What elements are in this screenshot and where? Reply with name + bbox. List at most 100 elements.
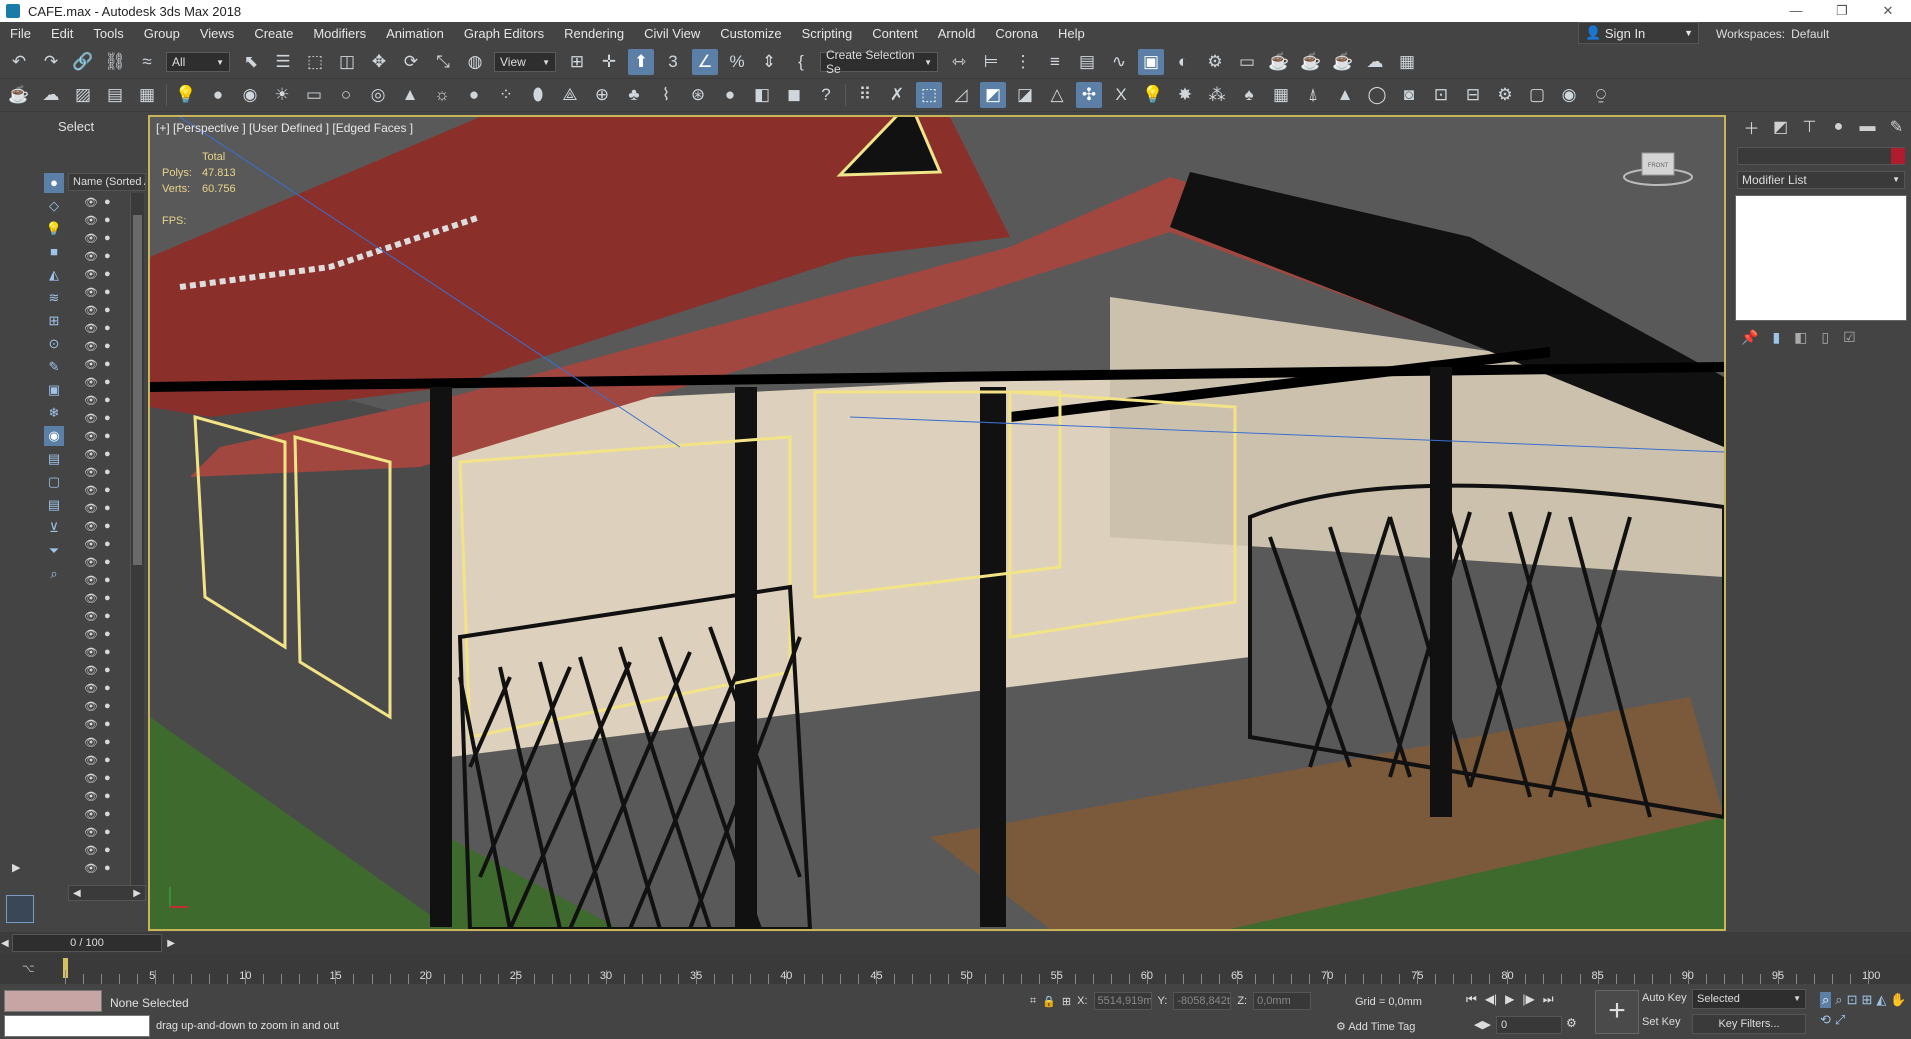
visibility-eye-icon[interactable]: 👁 xyxy=(84,538,98,551)
freeze-toggle-icon[interactable]: ● xyxy=(104,700,111,712)
minimize-button[interactable]: — xyxy=(1773,0,1819,22)
rotate-icon[interactable]: ⟳ xyxy=(398,49,424,75)
list-item[interactable]: 👁 ● xyxy=(84,229,130,247)
freeze-toggle-icon[interactable]: ● xyxy=(104,520,111,532)
filter-containers-icon[interactable]: ▣ xyxy=(44,380,64,400)
display-all-icon[interactable]: ◉ xyxy=(44,426,64,446)
visibility-eye-icon[interactable]: 👁 xyxy=(84,592,98,605)
tire-icon[interactable]: ⊛ xyxy=(685,82,711,108)
snap-edge-icon[interactable]: ⬚ xyxy=(916,82,942,108)
track-bar-menu-icon[interactable]: ⌥ xyxy=(22,962,35,975)
list-item[interactable]: 👁 ● xyxy=(84,463,130,481)
render-view-icon[interactable]: ◙ xyxy=(1396,82,1422,108)
remove-modifier-icon[interactable]: ▯ xyxy=(1821,329,1829,346)
pyramid-icon[interactable]: ▲ xyxy=(397,82,423,108)
snap-face-icon[interactable]: ◿ xyxy=(948,82,974,108)
layers-icon[interactable]: ▤ xyxy=(44,495,64,515)
key-filters-button[interactable]: Key Filters... xyxy=(1692,1014,1806,1034)
next-key-icon[interactable]: |▶ xyxy=(1522,992,1534,1007)
perspective-viewport[interactable]: [+] [Perspective ] [User Defined ] [Edge… xyxy=(148,115,1726,931)
move-icon[interactable]: ✥ xyxy=(366,49,392,75)
explorer-scrollbar[interactable] xyxy=(130,193,144,895)
menu-file[interactable]: File xyxy=(0,22,41,46)
list-item[interactable]: 👁 ● xyxy=(84,373,130,391)
sun-icon[interactable]: ☀ xyxy=(269,82,295,108)
keyboard-shortcut-override-icon[interactable]: ⬆ xyxy=(628,49,654,75)
menu-edit[interactable]: Edit xyxy=(41,22,83,46)
visibility-eye-icon[interactable]: 👁 xyxy=(84,628,98,641)
visibility-eye-icon[interactable]: 👁 xyxy=(84,844,98,857)
zoom-extents-all-icon[interactable]: ⊞ xyxy=(1861,992,1872,1008)
hair-icon[interactable]: ⌇ xyxy=(653,82,679,108)
visibility-eye-icon[interactable]: 👁 xyxy=(84,646,98,659)
visibility-eye-icon[interactable]: 👁 xyxy=(84,394,98,407)
curve-editor-icon[interactable]: ∿ xyxy=(1106,49,1132,75)
menu-tools[interactable]: Tools xyxy=(83,22,133,46)
place-icon[interactable]: ◍ xyxy=(462,49,488,75)
list-item[interactable]: 👁 ● xyxy=(84,643,130,661)
freeze-toggle-icon[interactable]: ● xyxy=(104,304,111,316)
next-frame-icon[interactable]: ▶ xyxy=(167,936,175,952)
list-item[interactable]: 👁 ● xyxy=(84,445,130,463)
selection-filter-dropdown[interactable]: All ▼ xyxy=(166,52,230,72)
motion-tab-icon[interactable]: ● xyxy=(1824,118,1853,136)
freeze-toggle-icon[interactable]: ● xyxy=(104,214,111,226)
visibility-eye-icon[interactable]: 👁 xyxy=(84,718,98,731)
maximize-viewport-icon[interactable]: ⤢ xyxy=(1835,1012,1845,1028)
menu-corona[interactable]: Corona xyxy=(985,22,1048,46)
list-item[interactable]: 👁 ● xyxy=(84,841,130,859)
menu-help[interactable]: Help xyxy=(1048,22,1095,46)
freeze-toggle-icon[interactable]: ● xyxy=(104,502,111,514)
visibility-eye-icon[interactable]: 👁 xyxy=(84,340,98,353)
region-icon[interactable]: ⊟ xyxy=(1460,82,1486,108)
viewcube[interactable]: FRONT xyxy=(1622,145,1694,189)
omni-light-icon[interactable]: ✸ xyxy=(1172,82,1198,108)
globe-icon[interactable]: ⊕ xyxy=(589,82,615,108)
material-ball-icon[interactable]: ◉ xyxy=(237,82,263,108)
scroll-left-icon[interactable]: ◀ xyxy=(73,888,81,899)
freeze-toggle-icon[interactable]: ● xyxy=(104,376,111,388)
freeze-toggle-icon[interactable]: ● xyxy=(104,790,111,802)
freeze-toggle-icon[interactable]: ● xyxy=(104,340,111,352)
visibility-eye-icon[interactable]: 👁 xyxy=(84,754,98,767)
render-setup-icon[interactable]: ⚙ xyxy=(1202,49,1228,75)
set-key-mode-button[interactable]: Set Key xyxy=(1642,1016,1681,1028)
visibility-eye-icon[interactable]: 👁 xyxy=(84,214,98,227)
ring-icon[interactable]: ◯ xyxy=(1364,82,1390,108)
display-tab-icon[interactable]: ▬ xyxy=(1853,118,1882,136)
freeze-toggle-icon[interactable]: ● xyxy=(104,826,111,838)
freeze-toggle-icon[interactable]: ● xyxy=(104,232,111,244)
play-icon[interactable]: ▶ xyxy=(1505,992,1514,1007)
reference-coord-dropdown[interactable]: View ▼ xyxy=(494,52,556,72)
cloud-icon[interactable]: ☁ xyxy=(38,82,64,108)
x-coordinate-field[interactable]: 5514,919m xyxy=(1093,992,1152,1010)
material-icon[interactable]: ◧ xyxy=(749,82,775,108)
filter-helpers-icon[interactable]: ◭ xyxy=(44,265,64,285)
modify-tab-icon[interactable]: ◩ xyxy=(1766,117,1795,137)
freeze-toggle-icon[interactable]: ● xyxy=(104,772,111,784)
camera-icon[interactable]: ◼ xyxy=(781,82,807,108)
menu-scripting[interactable]: Scripting xyxy=(792,22,863,46)
object-color-swatch[interactable] xyxy=(1891,148,1905,164)
teapot-icon[interactable]: ☕ xyxy=(6,82,32,108)
freeze-toggle-icon[interactable]: ● xyxy=(104,286,111,298)
key-selection-dropdown[interactable]: Selected ▼ xyxy=(1692,989,1806,1009)
visibility-eye-icon[interactable]: 👁 xyxy=(84,502,98,515)
visibility-eye-icon[interactable]: 👁 xyxy=(84,466,98,479)
freeze-toggle-icon[interactable]: ● xyxy=(104,592,111,604)
menu-civil-view[interactable]: Civil View xyxy=(634,22,710,46)
image-icon[interactable]: ▲ xyxy=(1332,82,1358,108)
menu-animation[interactable]: Animation xyxy=(376,22,454,46)
visibility-eye-icon[interactable]: 👁 xyxy=(84,376,98,389)
visibility-eye-icon[interactable]: 👁 xyxy=(84,664,98,677)
snaps-toggle-icon[interactable]: 3 xyxy=(660,49,686,75)
snap-midpoint-icon[interactable]: △ xyxy=(1044,82,1070,108)
freeze-toggle-icon[interactable]: ● xyxy=(104,484,111,496)
plane-icon[interactable]: ▭ xyxy=(301,82,327,108)
filter-geometry-icon[interactable]: ● xyxy=(44,173,64,193)
modifier-list-dropdown[interactable]: Modifier List ▼ xyxy=(1737,171,1905,189)
list-item[interactable]: 👁 ● xyxy=(84,571,130,589)
visibility-eye-icon[interactable]: 👁 xyxy=(84,412,98,425)
list-item[interactable]: 👁 ● xyxy=(84,589,130,607)
zoom-all-icon[interactable]: ⌕ xyxy=(1835,992,1842,1008)
